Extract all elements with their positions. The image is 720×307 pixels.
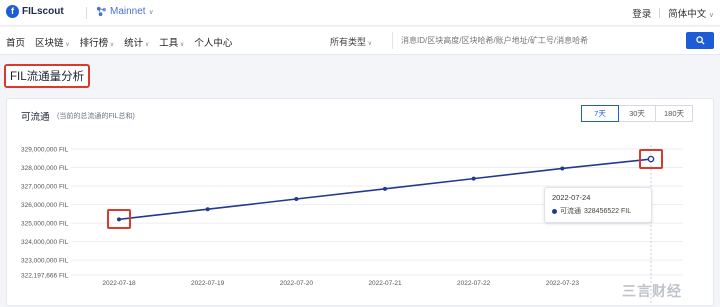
search-icon bbox=[695, 36, 705, 45]
header-divider bbox=[86, 7, 87, 19]
nav-item-tools[interactable]: 工具 bbox=[159, 35, 184, 49]
network-icon bbox=[96, 6, 107, 17]
language-label: 简体中文 bbox=[668, 9, 707, 20]
chevron-down-icon: ∨ bbox=[708, 12, 714, 19]
chart-tooltip: 2022-07-24 可流通 328456522 FIL bbox=[544, 187, 652, 223]
nav-item-rankings[interactable]: 排行榜 bbox=[80, 35, 115, 49]
network-selector[interactable]: Mainnet ∨ bbox=[96, 6, 154, 17]
series-marker-icon bbox=[552, 208, 557, 214]
main-nav-bar: 首页 区块链 排行榜 统计 工具 个人中心 所有类型 bbox=[0, 27, 720, 55]
nav-item-home[interactable]: 首页 bbox=[6, 35, 25, 49]
main-nav: 首页 区块链 排行榜 统计 工具 个人中心 bbox=[6, 35, 232, 49]
tooltip-series-label: 可流通 bbox=[560, 208, 581, 215]
x-tick-label: 2022-07-23 bbox=[546, 280, 580, 287]
filscout-logo-icon: f bbox=[6, 5, 19, 18]
x-tick-label: 2022-07-20 bbox=[280, 280, 314, 287]
x-tick-label: 2022-07-22 bbox=[457, 280, 491, 287]
x-tick-label: 2022-07-19 bbox=[191, 280, 225, 287]
top-header: f FILscout Mainnet ∨ 登录 简体中文 ∨ bbox=[0, 0, 720, 26]
search-input[interactable] bbox=[392, 32, 674, 49]
header-actions: 登录 简体中文 ∨ bbox=[632, 6, 714, 20]
range-button-7d[interactable]: 7天 bbox=[581, 105, 619, 122]
nav-item-blockchain[interactable]: 区块链 bbox=[35, 35, 70, 49]
site-logo[interactable]: f FILscout bbox=[6, 5, 64, 18]
tooltip-value: 328456522 FIL bbox=[584, 207, 632, 215]
highlight-first-point bbox=[107, 209, 131, 230]
chevron-down-icon: ∨ bbox=[148, 8, 154, 16]
header-actions-divider bbox=[659, 8, 661, 18]
y-tick-label: 325,000,000 FIL bbox=[21, 220, 69, 227]
nav-item-statistics[interactable]: 统计 bbox=[124, 35, 149, 49]
logo-text: FILscout bbox=[22, 6, 64, 17]
data-point bbox=[205, 207, 210, 212]
nav-item-personal-center[interactable]: 个人中心 bbox=[194, 35, 232, 49]
page-title: FIL流通量分析 bbox=[4, 64, 91, 88]
watermark: 三言财经 bbox=[622, 283, 682, 299]
y-tick-label: 329,000,000 FIL bbox=[21, 146, 69, 153]
data-point bbox=[382, 186, 387, 191]
data-point bbox=[471, 176, 476, 181]
tooltip-date: 2022-07-24 bbox=[552, 193, 591, 202]
search-type-select[interactable]: 所有类型 bbox=[330, 35, 372, 48]
y-tick-label: 323,000,000 FIL bbox=[21, 257, 69, 264]
data-point bbox=[294, 197, 299, 202]
network-label: Mainnet bbox=[110, 6, 146, 17]
highlight-last-point bbox=[639, 149, 663, 170]
login-link[interactable]: 登录 bbox=[632, 6, 651, 20]
data-point bbox=[560, 166, 565, 171]
search-button[interactable] bbox=[686, 32, 714, 49]
language-selector[interactable]: 简体中文 ∨ bbox=[668, 6, 714, 20]
tooltip-row: 可流通 328456522 FIL bbox=[552, 206, 644, 216]
y-tick-label: 328,000,000 FIL bbox=[21, 165, 69, 172]
y-tick-label: 326,000,000 FIL bbox=[21, 202, 69, 209]
chart-card: 可流通 (当前的总流通的FIL总和) 7天 30天 180天 329,000,0… bbox=[6, 98, 714, 306]
x-tick-label: 2022-07-21 bbox=[368, 280, 402, 287]
y-tick-label: 327,000,000 FIL bbox=[21, 183, 69, 190]
y-tick-label: 322,197,666 FIL bbox=[21, 272, 69, 279]
y-tick-label: 324,000,000 FIL bbox=[21, 239, 69, 246]
x-tick-label: 2022-07-18 bbox=[102, 280, 136, 287]
